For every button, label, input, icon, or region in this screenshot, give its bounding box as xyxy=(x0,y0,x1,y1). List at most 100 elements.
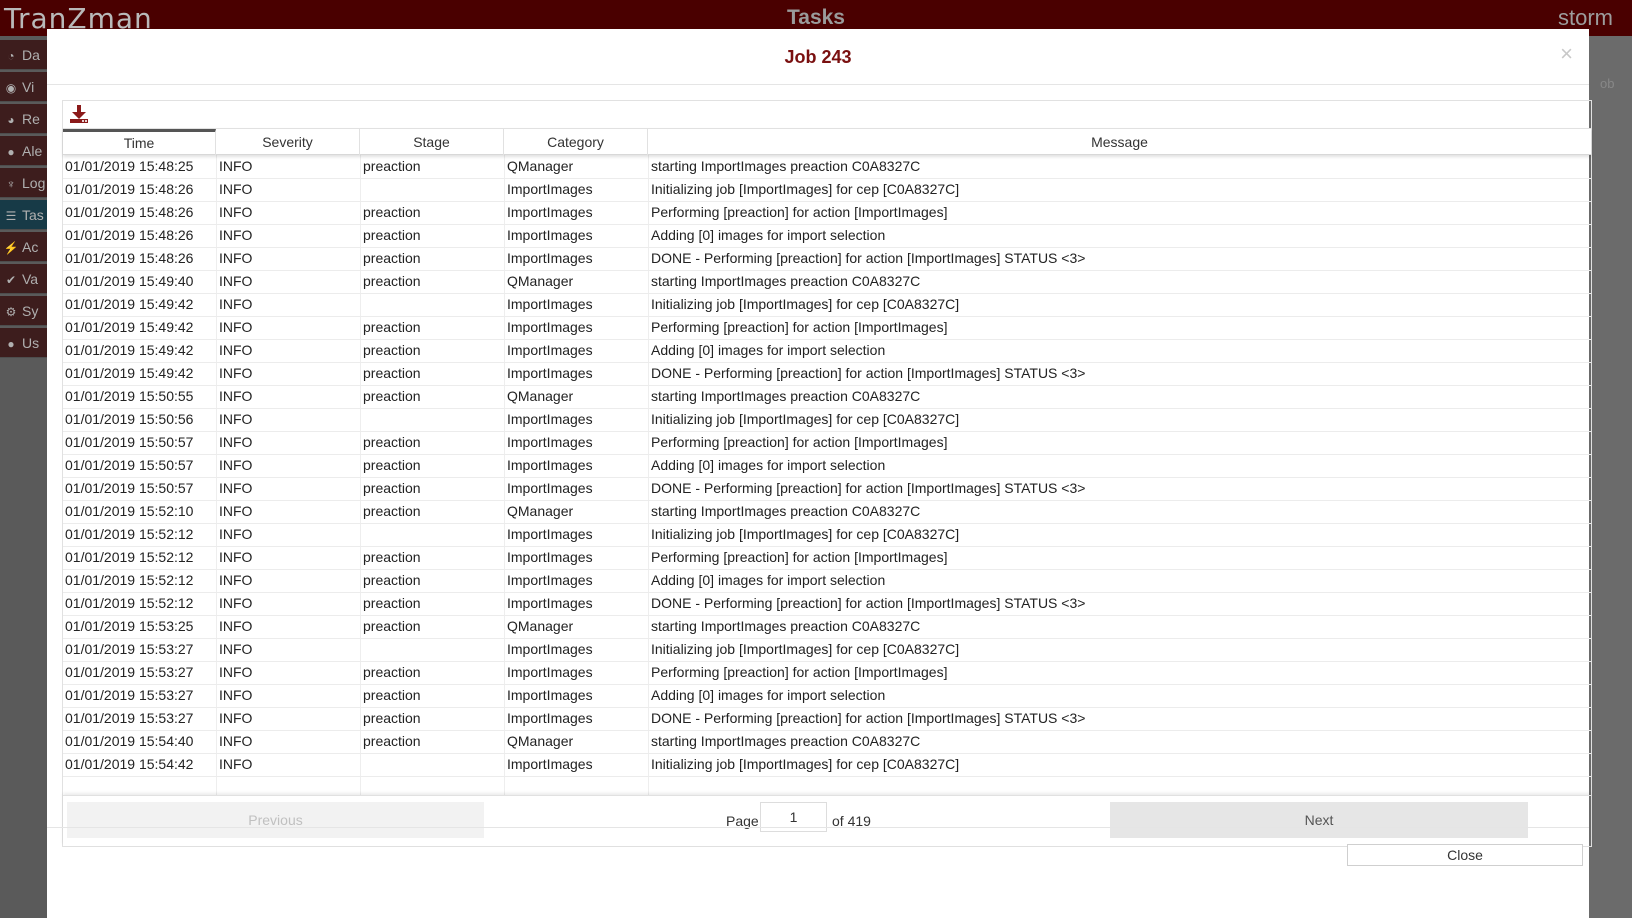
pie-chart-icon: ◕ xyxy=(7,113,15,127)
cell-category: ImportImages xyxy=(507,342,593,358)
cell-severity: INFO xyxy=(219,756,253,772)
cell-category: ImportImages xyxy=(507,756,593,772)
column-header-time[interactable]: Time xyxy=(63,129,216,155)
cell-severity: INFO xyxy=(219,434,253,450)
table-row[interactable]: 01/01/2019 15:50:55 INFO preaction QManager… xyxy=(63,385,1591,409)
sidebar-item-users[interactable]: ● Us xyxy=(0,328,48,358)
cell-time: 01/01/2019 15:53:27 xyxy=(65,687,194,703)
table-row[interactable]: 01/01/2019 15:53:25 INFO preaction QManager… xyxy=(63,615,1591,639)
table-row[interactable]: 01/01/2019 15:48:26 INFO preaction ImportIm… xyxy=(63,224,1591,248)
column-header-message[interactable]: Message xyxy=(648,129,1591,155)
cell-category: ImportImages xyxy=(507,411,593,427)
sidebar: ◔ Da ◉ Vi ◕ Re ● Ale ♆ Log ☰ Tas ⚡ Ac ✔ Va ⚙ Sy ●… xyxy=(0,36,48,918)
cell-severity: INFO xyxy=(219,158,253,174)
cell-severity: INFO xyxy=(219,181,253,197)
cell-category: QManager xyxy=(507,618,574,634)
cell-time: 01/01/2019 15:48:26 xyxy=(65,181,194,197)
sidebar-item-validation[interactable]: ✔ Va xyxy=(0,264,48,294)
table-row[interactable]: 01/01/2019 15:52:10 INFO preaction QManager… xyxy=(63,500,1591,524)
table-row[interactable]: 01/01/2019 15:53:27 INFO preaction ImportIm… xyxy=(63,684,1591,708)
sidebar-item-system[interactable]: ⚙ Sy xyxy=(0,296,48,326)
cell-category: QManager xyxy=(507,273,574,289)
cell-severity: INFO xyxy=(219,549,253,565)
cell-stage: preaction xyxy=(363,595,421,611)
cell-message: Adding [0] images for import selection xyxy=(651,227,886,243)
table-row[interactable]: 01/01/2019 15:48:25 INFO preaction QManager… xyxy=(63,155,1591,179)
table-row[interactable]: 01/01/2019 15:54:40 INFO preaction QManager… xyxy=(63,730,1591,754)
table-row[interactable]: 01/01/2019 15:52:12 INFO ImportImages Initi… xyxy=(63,523,1591,547)
table-row[interactable]: 01/01/2019 15:53:27 INFO preaction ImportIm… xyxy=(63,707,1591,731)
table-row[interactable]: 01/01/2019 15:49:40 INFO preaction QManager… xyxy=(63,270,1591,294)
next-button[interactable]: Next xyxy=(1110,802,1528,838)
table-row[interactable]: 01/01/2019 15:53:27 INFO preaction ImportIm… xyxy=(63,661,1591,685)
column-header-stage[interactable]: Stage xyxy=(360,129,504,155)
cell-time: 01/01/2019 15:49:42 xyxy=(65,342,194,358)
cell-category: ImportImages xyxy=(507,595,593,611)
close-icon[interactable]: × xyxy=(1560,41,1573,67)
table-row[interactable]: 01/01/2019 15:54:42 INFO ImportImages Initi… xyxy=(63,753,1591,777)
cell-time: 01/01/2019 15:52:12 xyxy=(65,595,194,611)
previous-button[interactable]: Previous xyxy=(67,802,484,838)
table-row[interactable]: 01/01/2019 15:49:42 INFO preaction ImportIm… xyxy=(63,316,1591,340)
cell-message: DONE - Performing [preaction] for action… xyxy=(651,710,1086,726)
cell-stage: preaction xyxy=(363,480,421,496)
column-header-severity[interactable]: Severity xyxy=(216,129,360,155)
cell-category: ImportImages xyxy=(507,204,593,220)
table-row[interactable]: 01/01/2019 15:50:57 INFO preaction ImportIm… xyxy=(63,477,1591,501)
sidebar-item-logs[interactable]: ♆ Log xyxy=(0,168,48,198)
cell-time: 01/01/2019 15:49:42 xyxy=(65,365,194,381)
table-row[interactable]: 01/01/2019 15:52:12 INFO preaction ImportIm… xyxy=(63,592,1591,616)
cell-message: Adding [0] images for import selection xyxy=(651,572,886,588)
cell-message: starting ImportImages preaction C0A8327C xyxy=(651,388,921,404)
cell-message: starting ImportImages preaction C0A8327C xyxy=(651,733,921,749)
cell-stage: preaction xyxy=(363,687,421,703)
table-row[interactable]: 01/01/2019 15:53:27 INFO ImportImages Initi… xyxy=(63,638,1591,662)
cell-severity: INFO xyxy=(219,480,253,496)
cell-stage xyxy=(361,293,503,316)
table-row[interactable]: 01/01/2019 15:52:12 INFO preaction ImportIm… xyxy=(63,546,1591,570)
cell-severity: INFO xyxy=(219,664,253,680)
table-body: 01/01/2019 15:48:25 INFO preaction QManager… xyxy=(63,155,1591,795)
cell-category: ImportImages xyxy=(507,181,593,197)
close-button[interactable]: Close xyxy=(1347,844,1583,866)
cell-category: ImportImages xyxy=(507,526,593,542)
sidebar-item-dashboard[interactable]: ◔ Da xyxy=(0,40,48,70)
modal-title: Job 243 xyxy=(784,47,852,67)
download-icon[interactable] xyxy=(69,104,89,124)
eye-icon: ◉ xyxy=(5,81,17,95)
cell-category: ImportImages xyxy=(507,296,593,312)
table-row[interactable]: 01/01/2019 15:48:26 INFO preaction ImportIm… xyxy=(63,201,1591,225)
table-row[interactable]: 01/01/2019 15:49:42 INFO ImportImages Initi… xyxy=(63,293,1591,317)
cell-message: starting ImportImages preaction C0A8327C xyxy=(651,158,921,174)
table-row[interactable]: 01/01/2019 15:49:42 INFO preaction ImportIm… xyxy=(63,362,1591,386)
table-row[interactable]: 01/01/2019 15:50:57 INFO preaction ImportIm… xyxy=(63,431,1591,455)
cell-stage: preaction xyxy=(363,273,421,289)
cell-stage: preaction xyxy=(363,227,421,243)
cell-message: Initializing job [ImportImages] for cep … xyxy=(651,526,960,542)
table-row[interactable]: 01/01/2019 15:49:42 INFO preaction ImportIm… xyxy=(63,339,1591,363)
sidebar-item-actions[interactable]: ⚡ Ac xyxy=(0,232,48,262)
cell-severity: INFO xyxy=(219,319,253,335)
cell-stage: preaction xyxy=(363,572,421,588)
table-row[interactable]: 01/01/2019 15:50:57 INFO preaction ImportIm… xyxy=(63,454,1591,478)
running-icon: ⚡ xyxy=(3,241,19,255)
page-title: Tasks xyxy=(787,6,845,29)
cell-stage: preaction xyxy=(363,549,421,565)
cell-category: ImportImages xyxy=(507,457,593,473)
cell-stage xyxy=(361,638,503,661)
cell-category: ImportImages xyxy=(507,641,593,657)
sidebar-item-tasks[interactable]: ☰ Tas xyxy=(0,200,48,230)
column-header-category[interactable]: Category xyxy=(504,129,648,155)
cell-stage: preaction xyxy=(363,158,421,174)
sidebar-item-view[interactable]: ◉ Vi xyxy=(0,72,48,102)
table-row[interactable]: 01/01/2019 15:50:56 INFO ImportImages Initi… xyxy=(63,408,1591,432)
table-row[interactable]: 01/01/2019 15:48:26 INFO preaction ImportIm… xyxy=(63,247,1591,271)
table-row[interactable]: 01/01/2019 15:48:26 INFO ImportImages Initi… xyxy=(63,178,1591,202)
table-row[interactable]: 01/01/2019 15:52:12 INFO preaction ImportIm… xyxy=(63,569,1591,593)
cell-category: QManager xyxy=(507,733,574,749)
dashboard-icon: ◔ xyxy=(7,49,15,63)
cell-category: ImportImages xyxy=(507,664,593,680)
alert-icon: ● xyxy=(7,145,15,159)
sidebar-item-alerts[interactable]: ● Ale xyxy=(0,136,48,166)
sidebar-item-reports[interactable]: ◕ Re xyxy=(0,104,48,134)
